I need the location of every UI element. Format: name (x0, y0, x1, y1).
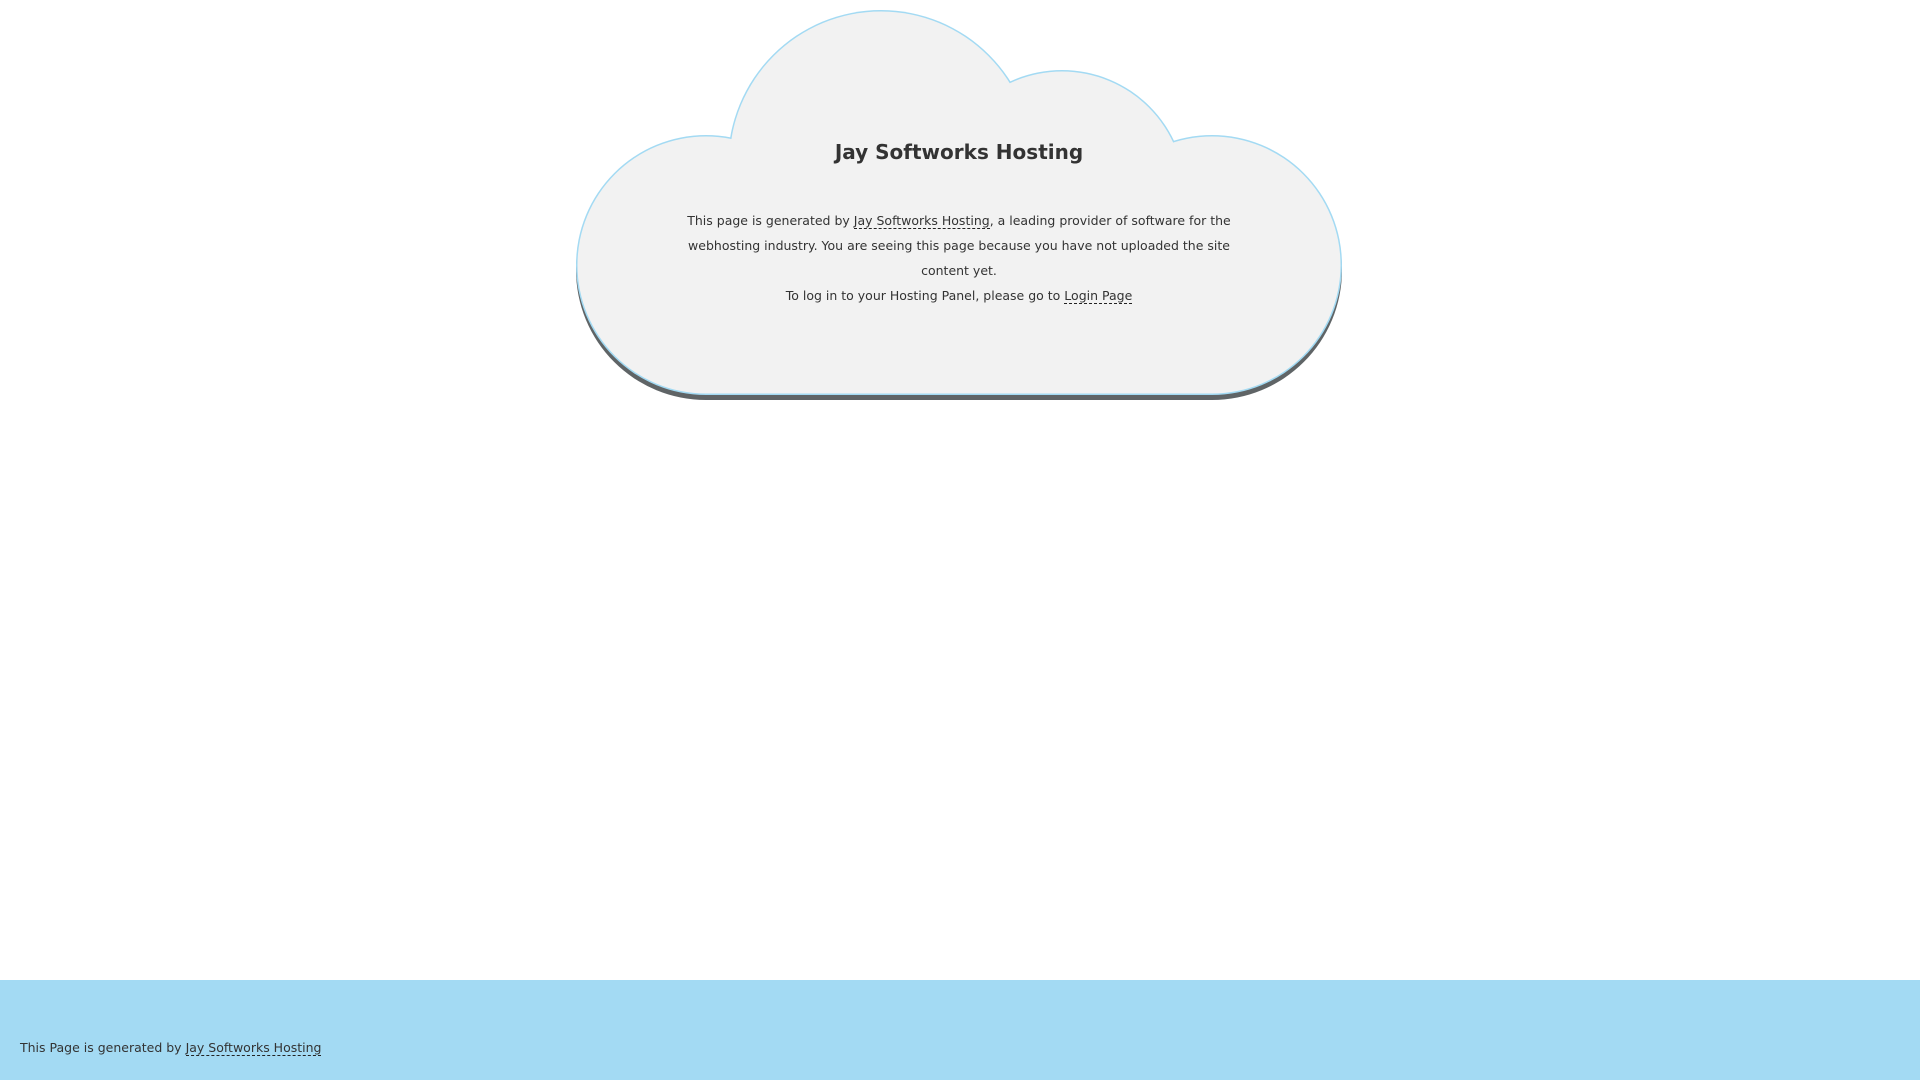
login-page-link[interactable]: Login Page (1064, 288, 1133, 304)
cloud-graphic: Jay Softworks Hosting This page is gener… (576, 10, 1342, 402)
page-title: Jay Softworks Hosting (834, 140, 1084, 164)
cloud-message: This page is generated by Jay Softworks … (678, 208, 1240, 308)
footer (0, 980, 1920, 1080)
footer-text: This Page is generated by Jay Softworks … (20, 1039, 322, 1057)
provider-link[interactable]: Jay Softworks Hosting (853, 213, 990, 229)
footer-text-label: This Page is generated by (20, 1040, 186, 1055)
cloud-content: Jay Softworks Hosting This page is gener… (606, 18, 1312, 402)
message-text-1a: This page is generated by (687, 213, 854, 228)
message-paragraph-2: To log in to your Hosting Panel, please … (678, 283, 1240, 308)
footer-provider-link[interactable]: Jay Softworks Hosting (185, 1040, 322, 1056)
message-paragraph-1: This page is generated by Jay Softworks … (678, 208, 1240, 283)
message-text-2a: To log in to your Hosting Panel, please … (785, 288, 1065, 303)
page: Jay Softworks Hosting This page is gener… (0, 0, 1920, 1080)
